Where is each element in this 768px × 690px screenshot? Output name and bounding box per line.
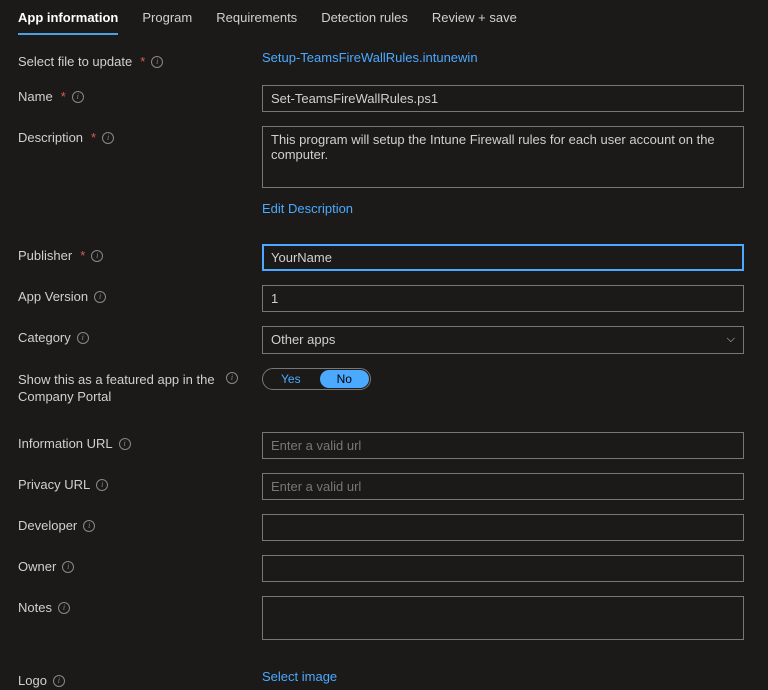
select-file-link[interactable]: Setup-TeamsFireWallRules.intunewin: [262, 50, 478, 65]
info-icon[interactable]: i: [72, 91, 84, 103]
info-icon[interactable]: i: [58, 602, 70, 614]
toggle-no[interactable]: No: [320, 370, 369, 388]
select-file-label: Select file to update: [18, 54, 132, 71]
info-icon[interactable]: i: [77, 332, 89, 344]
tab-requirements[interactable]: Requirements: [216, 10, 297, 35]
tab-bar: App information Program Requirements Det…: [0, 0, 768, 36]
info-url-input[interactable]: [262, 432, 744, 459]
info-icon[interactable]: i: [94, 291, 106, 303]
info-icon[interactable]: i: [96, 479, 108, 491]
featured-label: Show this as a featured app in the Compa…: [18, 372, 218, 406]
owner-label: Owner: [18, 559, 56, 576]
publisher-input[interactable]: [262, 244, 744, 271]
edit-description-link[interactable]: Edit Description: [262, 201, 353, 216]
publisher-label: Publisher: [18, 248, 72, 265]
developer-input[interactable]: [262, 514, 744, 541]
description-textarea[interactable]: This program will setup the Intune Firew…: [262, 126, 744, 188]
required-marker: *: [140, 54, 145, 71]
form-area: Select file to update * i Setup-TeamsFir…: [0, 36, 768, 690]
description-label: Description: [18, 130, 83, 147]
info-icon[interactable]: i: [119, 438, 131, 450]
tab-detection-rules[interactable]: Detection rules: [321, 10, 408, 35]
name-label: Name: [18, 89, 53, 106]
required-marker: *: [80, 248, 85, 265]
info-icon[interactable]: i: [102, 132, 114, 144]
category-label: Category: [18, 330, 71, 347]
category-select[interactable]: Other apps ⌵: [262, 326, 744, 354]
info-icon[interactable]: i: [91, 250, 103, 262]
developer-label: Developer: [18, 518, 77, 535]
required-marker: *: [61, 89, 66, 106]
logo-label: Logo: [18, 673, 47, 690]
app-version-input[interactable]: [262, 285, 744, 312]
owner-input[interactable]: [262, 555, 744, 582]
name-input[interactable]: [262, 85, 744, 112]
privacy-url-input[interactable]: [262, 473, 744, 500]
info-icon[interactable]: i: [83, 520, 95, 532]
chevron-down-icon: ⌵: [727, 333, 735, 346]
required-marker: *: [91, 130, 96, 147]
info-url-label: Information URL: [18, 436, 113, 453]
tab-app-information[interactable]: App information: [18, 10, 118, 35]
toggle-yes[interactable]: Yes: [263, 369, 319, 389]
category-value: Other apps: [271, 332, 335, 347]
app-version-label: App Version: [18, 289, 88, 306]
privacy-url-label: Privacy URL: [18, 477, 90, 494]
info-icon[interactable]: i: [62, 561, 74, 573]
featured-toggle[interactable]: Yes No: [262, 368, 371, 390]
select-image-link[interactable]: Select image: [262, 669, 337, 684]
info-icon[interactable]: i: [226, 372, 238, 384]
tab-review-save[interactable]: Review + save: [432, 10, 517, 35]
tab-program[interactable]: Program: [142, 10, 192, 35]
info-icon[interactable]: i: [151, 56, 163, 68]
notes-label: Notes: [18, 600, 52, 617]
notes-textarea[interactable]: [262, 596, 744, 640]
